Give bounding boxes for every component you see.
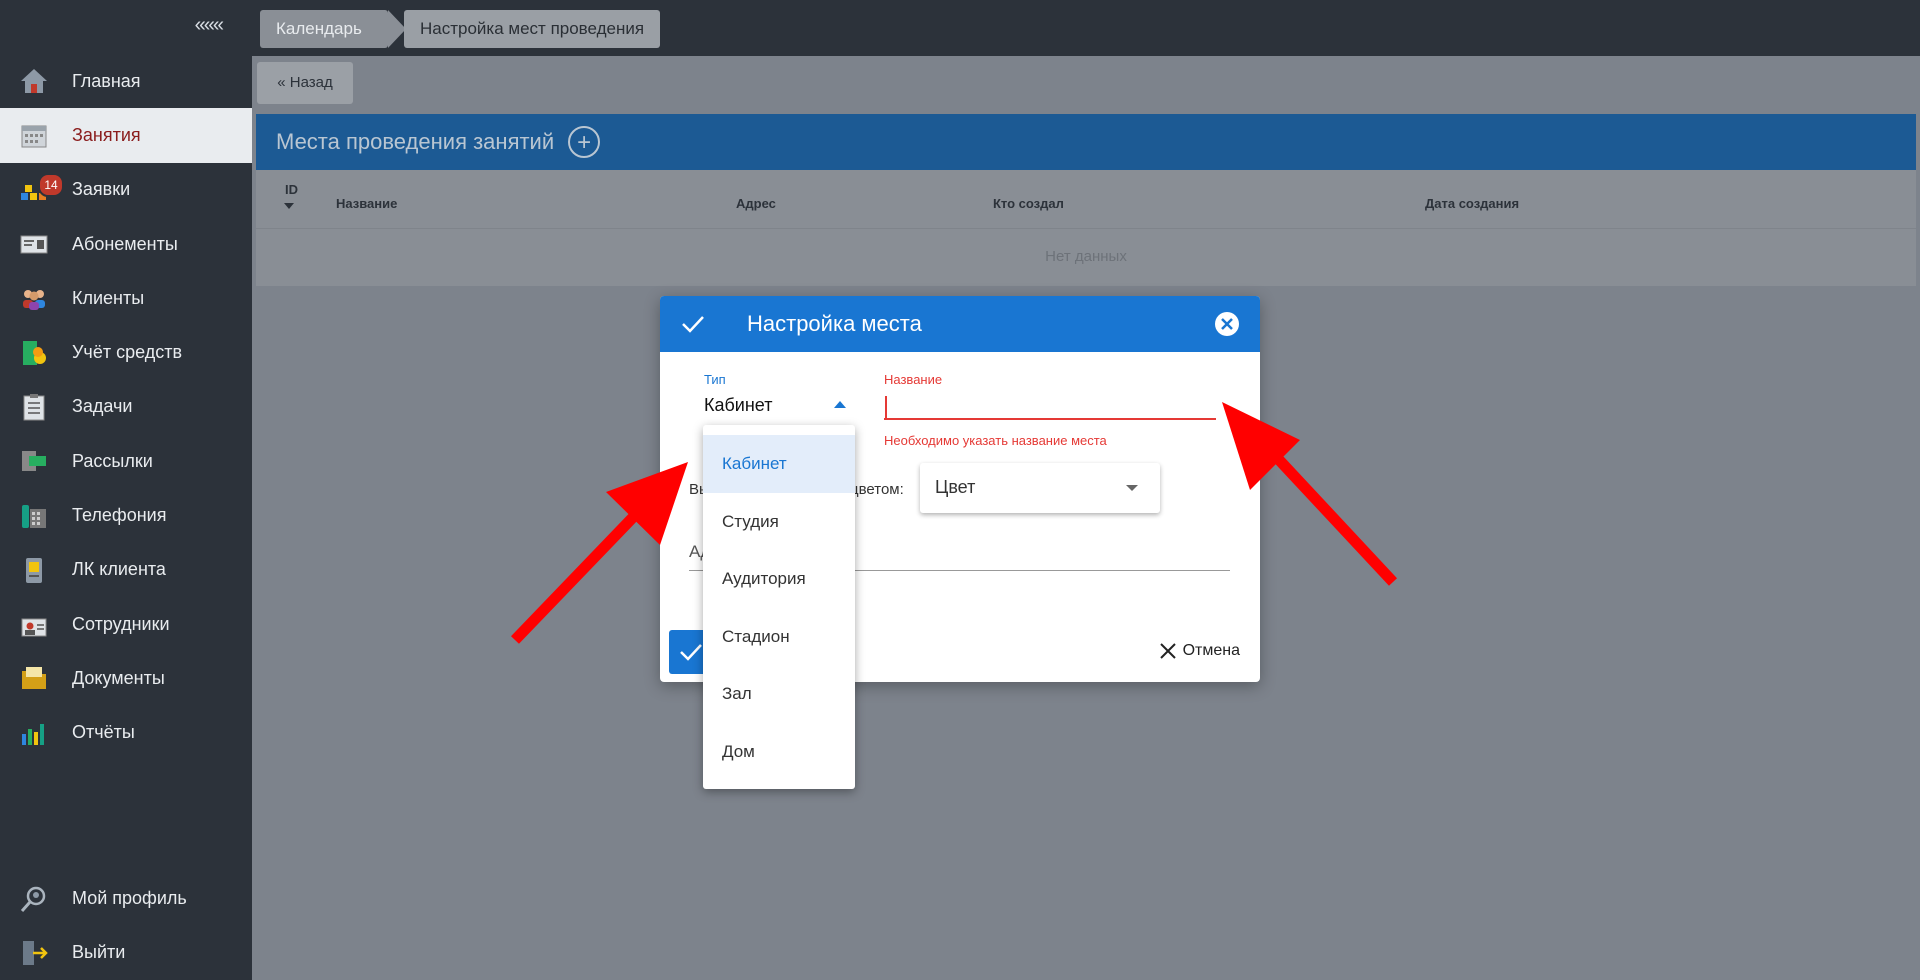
collapse-sidebar-button[interactable]: ««« [195, 14, 224, 37]
color-select[interactable]: Цвет [920, 463, 1160, 513]
name-error-message: Необходимо указать название места [884, 433, 1107, 448]
sidebar-item-my-profile[interactable]: Мой профиль [0, 871, 252, 925]
type-select[interactable]: Кабинет [704, 395, 772, 416]
dropdown-option-studio[interactable]: Студия [703, 493, 855, 551]
mailing-icon [18, 445, 50, 477]
employees-icon [18, 608, 50, 640]
sidebar-item-label: Мой профиль [72, 888, 187, 909]
sidebar-item-employees[interactable]: Сотрудники [0, 597, 252, 651]
name-input[interactable] [884, 390, 1216, 420]
panel-title: Места проведения занятий [276, 129, 555, 154]
name-label: Название [884, 372, 943, 387]
breadcrumb-current[interactable]: Настройка мест проведения [404, 10, 661, 48]
sidebar-item-requests[interactable]: 14 Заявки [0, 163, 252, 217]
sidebar-item-label: Главная [72, 70, 141, 91]
sidebar-item-label: Рассылки [72, 450, 153, 471]
cancel-label: Отмена [1182, 642, 1240, 659]
table-header: ID Название Адрес Кто создал Дата создан… [256, 170, 1916, 229]
documents-icon [18, 662, 50, 694]
sidebar-item-classes[interactable]: Занятия [0, 108, 252, 163]
sidebar-item-clients[interactable]: Клиенты [0, 271, 252, 325]
money-icon [18, 337, 50, 369]
reports-icon [18, 717, 50, 749]
add-venue-button[interactable]: + [568, 126, 601, 158]
dropdown-option-home[interactable]: Дом [703, 723, 855, 781]
sidebar-item-label: Задачи [72, 396, 133, 417]
sidebar-item-label: Сотрудники [72, 613, 170, 634]
sidebar-menu: Главная Занятия 14 Заявки Абонементы Кли… [0, 54, 252, 760]
top-bar: Календарь Настройка мест проведения [252, 0, 1920, 56]
dialog-title: Настройка места [747, 311, 922, 336]
sidebar-item-client-account[interactable]: ЛК клиента [0, 543, 252, 597]
sidebar-item-logout[interactable]: Выйти [0, 926, 252, 980]
color-label-end: цветом: [850, 481, 904, 498]
sidebar-item-label: Телефония [72, 505, 167, 526]
text-caret [885, 396, 887, 418]
column-created-by[interactable]: Кто создал [993, 196, 1064, 211]
back-button[interactable]: « Назад [257, 62, 353, 104]
profile-icon [18, 883, 50, 915]
sidebar-item-label: Занятия [72, 124, 141, 145]
sidebar-item-reports[interactable]: Отчёты [0, 706, 252, 760]
dialog-header: Настройка места [660, 296, 1260, 352]
sidebar-item-label: Документы [72, 667, 165, 688]
sidebar-item-tasks[interactable]: Задачи [0, 380, 252, 434]
venues-panel: Места проведения занятий + ID Название А… [256, 114, 1916, 286]
sidebar-item-home[interactable]: Главная [0, 54, 252, 108]
dropdown-option-stadium[interactable]: Стадион [703, 608, 855, 666]
close-x-icon [1159, 643, 1176, 659]
panel-header: Места проведения занятий + [256, 114, 1916, 170]
column-name[interactable]: Название [336, 196, 397, 211]
sidebar-item-documents[interactable]: Документы [0, 651, 252, 705]
sidebar-item-telephony[interactable]: Телефония [0, 488, 252, 542]
empty-table-text: Нет данных [1045, 248, 1127, 265]
subscription-card-icon [18, 228, 50, 260]
chevron-down-icon [1126, 485, 1138, 491]
close-icon[interactable] [1214, 311, 1240, 337]
clients-icon [18, 282, 50, 314]
type-label: Тип [704, 372, 726, 387]
home-icon [18, 65, 50, 97]
chevron-up-icon[interactable] [834, 401, 846, 408]
confirm-check-icon[interactable] [680, 312, 706, 336]
phone-icon [18, 500, 50, 532]
client-account-icon [18, 554, 50, 586]
sidebar-item-label: ЛК клиента [72, 559, 166, 580]
type-dropdown-menu: Кабинет Студия Аудитория Стадион Зал Дом [703, 425, 855, 789]
sort-down-icon [284, 203, 294, 209]
sidebar-bottom-menu: Мой профиль Выйти [0, 871, 252, 980]
dropdown-option-hall[interactable]: Зал [703, 665, 855, 723]
logout-icon [18, 937, 50, 969]
sidebar-item-label: Отчёты [72, 722, 135, 743]
column-created-date[interactable]: Дата создания [1425, 196, 1519, 211]
sidebar-item-label: Абонементы [72, 233, 178, 254]
color-select-value: Цвет [935, 477, 976, 497]
cancel-button[interactable]: Отмена [1159, 642, 1240, 660]
sidebar-item-mailings[interactable]: Рассылки [0, 434, 252, 488]
requests-count-badge: 14 [38, 172, 64, 197]
sidebar-item-label: Учёт средств [72, 342, 183, 363]
sidebar-item-label: Заявки [72, 179, 131, 200]
dropdown-option-auditorium[interactable]: Аудитория [703, 550, 855, 608]
breadcrumb-calendar[interactable]: Календарь [260, 10, 406, 48]
sidebar: ««« Главная Занятия 14 Заявки Абонементы… [0, 0, 252, 980]
tasks-icon [18, 391, 50, 423]
column-label: ID [285, 182, 298, 197]
column-address[interactable]: Адрес [736, 196, 776, 211]
sidebar-item-finance[interactable]: Учёт средств [0, 325, 252, 379]
sidebar-item-subscriptions[interactable]: Абонементы [0, 217, 252, 271]
sidebar-item-label: Клиенты [72, 287, 145, 308]
sidebar-item-label: Выйти [72, 942, 126, 963]
column-id[interactable]: ID [284, 182, 298, 212]
calendar-icon [18, 119, 50, 151]
dropdown-option-cabinet[interactable]: Кабинет [703, 435, 855, 493]
